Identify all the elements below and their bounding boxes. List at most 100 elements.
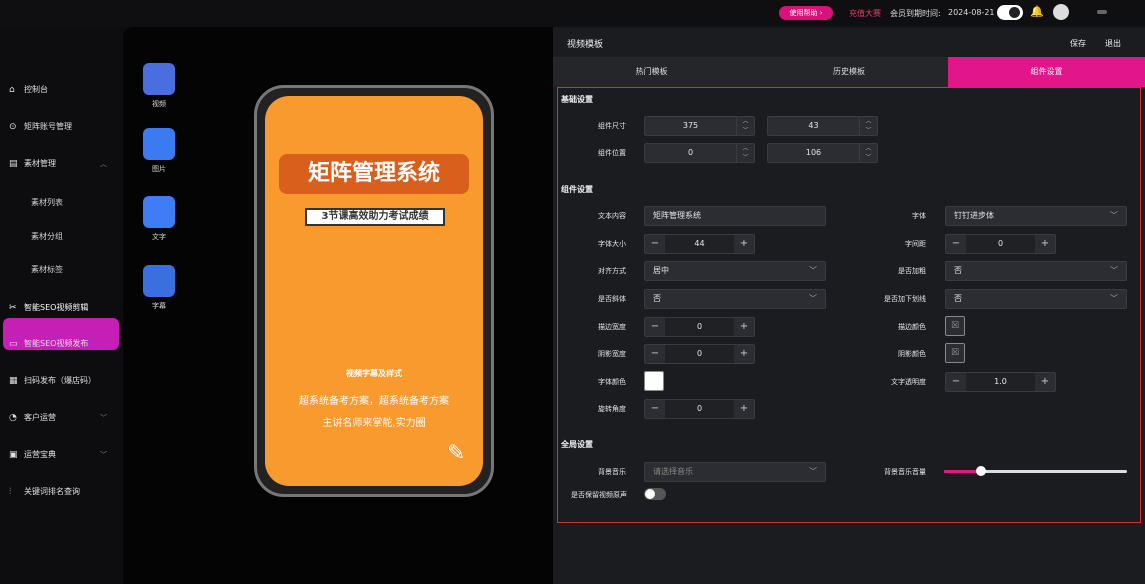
video-tool-icon bbox=[143, 63, 175, 95]
tab-history-templates[interactable]: 历史模板 bbox=[750, 57, 948, 87]
avatar[interactable] bbox=[1053, 4, 1069, 20]
spin-arrows-icon[interactable]: ︿ ﹀ bbox=[736, 144, 754, 162]
caption-title[interactable]: 视频字幕及样式 bbox=[265, 368, 483, 379]
tool-subtitle[interactable]: 字幕 bbox=[139, 265, 179, 311]
fontsize-stepper[interactable]: − 44 + bbox=[644, 234, 755, 254]
theme-toggle[interactable] bbox=[997, 5, 1023, 20]
plus-icon[interactable]: + bbox=[734, 345, 754, 363]
bold-select[interactable]: 否 ﹀ bbox=[945, 261, 1127, 281]
text-tool-icon bbox=[143, 196, 175, 228]
tab-component-settings[interactable]: 组件设置 bbox=[948, 57, 1145, 87]
minus-icon[interactable]: − bbox=[645, 318, 665, 336]
sidebar-sub-groups[interactable]: 素材分组 bbox=[31, 231, 63, 242]
pos-y-input[interactable]: 106 ︿ ﹀ bbox=[767, 143, 878, 163]
sidebar-item-qr-publish[interactable]: ▦ 扫码发布（爆店码） bbox=[0, 371, 123, 391]
section-component: 组件设置 bbox=[561, 185, 593, 194]
rotate-stepper[interactable]: − 0 + bbox=[644, 399, 755, 419]
spin-arrows-icon[interactable]: ︿ ﹀ bbox=[859, 117, 877, 135]
stroke-color-picker[interactable]: ☒ bbox=[945, 316, 965, 336]
plus-icon[interactable]: + bbox=[1035, 373, 1055, 391]
shadow-color-picker[interactable]: ☒ bbox=[945, 343, 965, 363]
font-color-picker[interactable] bbox=[644, 371, 664, 391]
volume-slider[interactable] bbox=[944, 466, 1127, 476]
bell-icon[interactable]: 🔔 bbox=[1030, 5, 1044, 19]
opacity-stepper[interactable]: − 1.0 + bbox=[945, 372, 1056, 392]
plus-icon[interactable]: + bbox=[734, 400, 754, 418]
tool-video[interactable]: 视频 bbox=[139, 63, 179, 109]
video-icon: ▭ bbox=[9, 339, 18, 349]
tool-text[interactable]: 文字 bbox=[139, 196, 179, 242]
tab-hot-templates[interactable]: 热门模板 bbox=[553, 57, 750, 87]
caption-line-2: 主讲名师来掌舵,实力圈 bbox=[322, 418, 426, 429]
shadow-color-label: 阴影颜色 bbox=[898, 350, 926, 358]
minus-icon[interactable]: − bbox=[645, 235, 665, 253]
plus-icon[interactable]: + bbox=[1035, 235, 1055, 253]
text-input[interactable]: 矩阵管理系统 bbox=[644, 206, 826, 226]
section-basic: 基础设置 bbox=[561, 95, 593, 104]
spin-arrows-icon[interactable]: ︿ ﹀ bbox=[736, 117, 754, 135]
text-label: 文本内容 bbox=[598, 212, 626, 220]
sidebar-sub-tags[interactable]: 素材标签 bbox=[31, 264, 63, 275]
opacity-label: 文字透明度 bbox=[891, 378, 926, 386]
tool-image[interactable]: 图片 bbox=[139, 128, 179, 174]
plus-icon[interactable]: + bbox=[734, 318, 754, 336]
top-bar: 使用帮助 › 充值大赛 会员到期时间: 2024-08-21 🔔 bbox=[0, 0, 1145, 27]
height-input[interactable]: 43 ︿ ﹀ bbox=[767, 116, 878, 136]
sidebar-item-handbook[interactable]: ▣ 运营宝典 ﹀ bbox=[0, 445, 123, 465]
book-icon: ▣ bbox=[9, 450, 18, 460]
plus-icon[interactable]: + bbox=[734, 235, 754, 253]
spacing-stepper[interactable]: − 0 + bbox=[945, 234, 1056, 254]
font-color-label: 字体颜色 bbox=[598, 378, 626, 386]
customer-icon: ◔ bbox=[9, 413, 17, 423]
minus-icon[interactable]: − bbox=[645, 345, 665, 363]
bold-label: 是否加粗 bbox=[898, 267, 926, 275]
spacing-label: 字间距 bbox=[905, 240, 926, 248]
font-select[interactable]: 钉钉进步体 ﹀ bbox=[945, 206, 1127, 226]
underline-label: 是否加下划线 bbox=[884, 295, 926, 303]
sidebar-item-customers[interactable]: ◔ 客户运营 ﹀ bbox=[0, 408, 123, 428]
italic-select[interactable]: 否 ﹀ bbox=[644, 289, 826, 309]
promo-link[interactable]: 充值大赛 bbox=[849, 8, 881, 19]
subtitle-component[interactable]: 3节课高效助力考试成绩 bbox=[305, 208, 445, 226]
save-button[interactable]: 保存 bbox=[1070, 38, 1086, 49]
sidebar-item-seo-edit[interactable]: ✂ 智能SEO视频剪辑 bbox=[0, 298, 123, 318]
member-date: 2024-08-21 bbox=[948, 8, 995, 17]
caption-line-1[interactable]: 超系统备考方案，超系统备考方案 bbox=[265, 392, 483, 407]
shadow-width-stepper[interactable]: − 0 + bbox=[644, 344, 755, 364]
align-select[interactable]: 居中 ﹀ bbox=[644, 261, 826, 281]
exit-button[interactable]: 退出 bbox=[1105, 38, 1121, 49]
volume-slider-handle[interactable] bbox=[975, 466, 986, 476]
title-component[interactable]: 矩阵管理系统 bbox=[279, 154, 469, 194]
underline-select[interactable]: 否 ﹀ bbox=[945, 289, 1127, 309]
menu-icon[interactable] bbox=[1097, 10, 1107, 14]
chevron-down-icon: ﹀ bbox=[809, 294, 817, 303]
volume-label: 背景音乐音量 bbox=[884, 468, 926, 476]
bgm-select[interactable]: 请选择音乐 ﹀ bbox=[644, 462, 826, 482]
help-button[interactable]: 使用帮助 › bbox=[779, 6, 833, 20]
fontsize-label: 字体大小 bbox=[598, 240, 626, 248]
minus-icon[interactable]: − bbox=[645, 400, 665, 418]
width-input[interactable]: 375 ︿ ﹀ bbox=[644, 116, 755, 136]
sidebar-item-ranking[interactable]: ⫶ 关键词排名查询 bbox=[0, 482, 123, 502]
sidebar-item-dashboard[interactable]: ⌂ 控制台 bbox=[0, 80, 123, 100]
sidebar-item-seo-publish[interactable]: ▭ 智能SEO视频发布 bbox=[0, 334, 123, 354]
chevron-down-icon: ﹀ bbox=[1110, 211, 1118, 220]
minus-icon[interactable]: − bbox=[946, 373, 966, 391]
sidebar-item-accounts[interactable]: ⊙ 矩阵账号管理 bbox=[0, 117, 123, 137]
chevron-down-icon: ﹀ bbox=[100, 451, 107, 459]
home-icon: ⌂ bbox=[9, 85, 15, 95]
stroke-width-stepper[interactable]: − 0 + bbox=[644, 317, 755, 337]
size-label: 组件尺寸 bbox=[598, 122, 626, 130]
folder-icon: ▤ bbox=[9, 159, 18, 169]
keep-audio-switch[interactable] bbox=[644, 488, 666, 500]
sidebar-sub-list[interactable]: 素材列表 bbox=[31, 197, 63, 208]
spin-arrows-icon[interactable]: ︿ ﹀ bbox=[859, 144, 877, 162]
subtitle-tool-icon bbox=[143, 265, 175, 297]
stroke-color-label: 描边颜色 bbox=[898, 323, 926, 331]
stroke-width-label: 描边宽度 bbox=[598, 323, 626, 331]
sidebar-item-materials[interactable]: ▤ 素材管理 ︿ bbox=[0, 154, 123, 174]
keep-audio-label: 是否保留视频原声 bbox=[571, 491, 627, 499]
minus-icon[interactable]: − bbox=[946, 235, 966, 253]
chevron-down-icon: ﹀ bbox=[1110, 294, 1118, 303]
pos-x-input[interactable]: 0 ︿ ﹀ bbox=[644, 143, 755, 163]
